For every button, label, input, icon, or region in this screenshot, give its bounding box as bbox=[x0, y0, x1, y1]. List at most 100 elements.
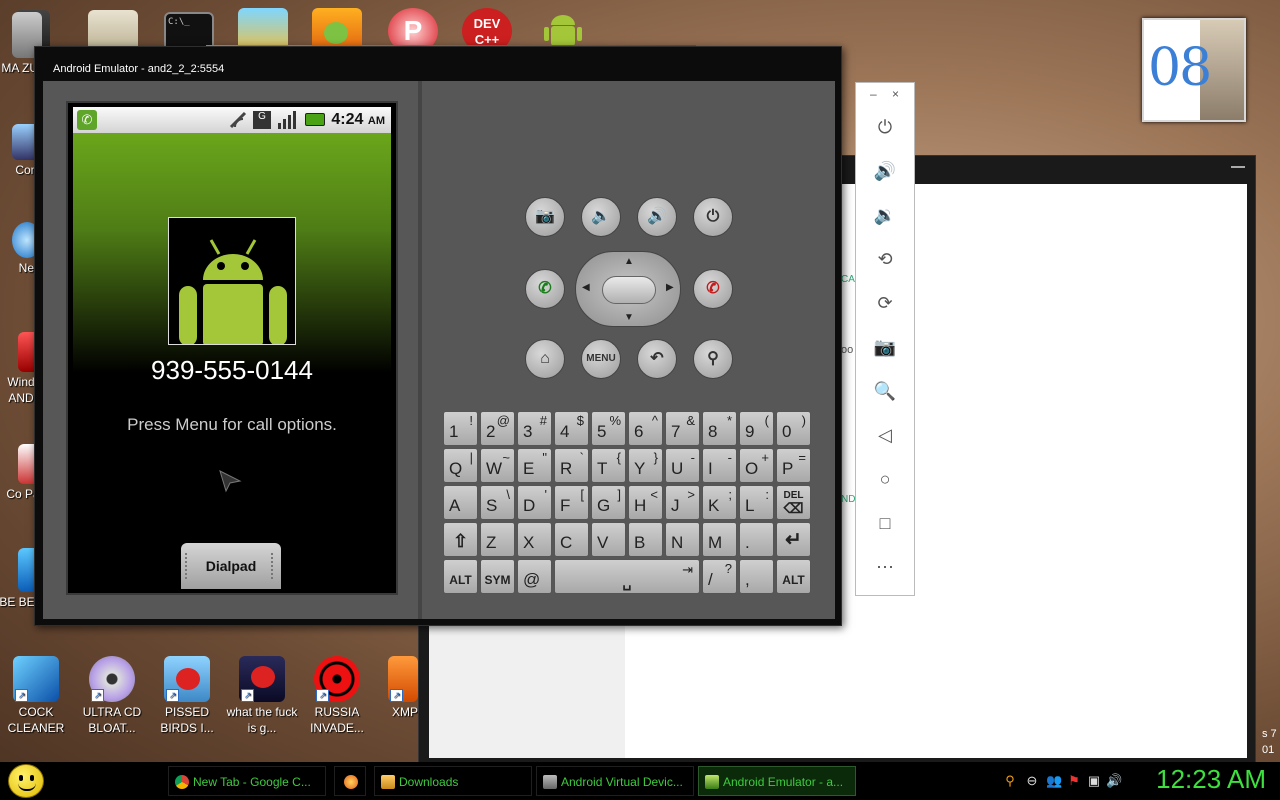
key-f[interactable]: F[ bbox=[554, 485, 589, 520]
key-h[interactable]: H < bbox=[628, 485, 663, 520]
minus-tray-icon[interactable]: ⊖ bbox=[1024, 773, 1040, 789]
key-n[interactable]: N bbox=[665, 522, 700, 557]
key-enter[interactable]: ↵ bbox=[776, 522, 811, 557]
key-k[interactable]: K; bbox=[702, 485, 737, 520]
key-sym[interactable]: SYM bbox=[480, 559, 515, 594]
desktop-icon-what-the[interactable]: ↗ what the fuck is g... bbox=[222, 656, 302, 736]
key-i[interactable]: I- bbox=[702, 448, 737, 483]
volume-tray-icon[interactable]: 🔊 bbox=[1106, 773, 1122, 789]
end-call-button[interactable]: ✆ bbox=[693, 269, 733, 309]
dpad-right-icon[interactable]: ▶ bbox=[666, 282, 674, 293]
power-icon[interactable]: ⏻ bbox=[873, 115, 897, 139]
task-avd[interactable]: Android Virtual Devic... bbox=[536, 766, 694, 796]
volume-up-button[interactable]: 🔊 bbox=[637, 197, 677, 237]
key-alt-left[interactable]: ALT bbox=[443, 559, 478, 594]
key-r[interactable]: R ` bbox=[554, 448, 589, 483]
key-8[interactable]: 8 * bbox=[702, 411, 737, 446]
dpad-center-button[interactable] bbox=[602, 276, 656, 304]
back-triangle-icon[interactable]: ◁ bbox=[873, 423, 897, 447]
volume-up-icon[interactable]: 🔊 bbox=[873, 159, 897, 183]
key-p[interactable]: P = bbox=[776, 448, 811, 483]
emulator-window[interactable]: Android Emulator - and2_2_2:5554 ✆ G 4:2… bbox=[34, 46, 842, 626]
task-downloads[interactable]: Downloads bbox=[374, 766, 532, 796]
dpad[interactable]: ▲ ▼ ◀ ▶ bbox=[575, 251, 681, 327]
home-button[interactable]: ⌂ bbox=[525, 339, 565, 379]
menu-button[interactable]: MENU bbox=[581, 339, 621, 379]
key-shift[interactable]: ⇧ bbox=[443, 522, 478, 557]
overview-square-icon[interactable]: □ bbox=[873, 511, 897, 535]
key-period[interactable]: . bbox=[739, 522, 774, 557]
key-slash[interactable]: /? bbox=[702, 559, 737, 594]
dialpad-button[interactable]: Dialpad bbox=[181, 543, 281, 589]
minimize-button[interactable] bbox=[1231, 164, 1245, 168]
power-button[interactable]: ⏻ bbox=[693, 197, 733, 237]
dpad-down-icon[interactable]: ▼ bbox=[624, 312, 634, 323]
key-7[interactable]: 7 & bbox=[665, 411, 700, 446]
task-chrome[interactable]: New Tab - Google C... bbox=[168, 766, 326, 796]
key-4[interactable]: 4 $ bbox=[554, 411, 589, 446]
dpad-left-icon[interactable]: ◀ bbox=[582, 282, 590, 293]
key-y[interactable]: Y} bbox=[628, 448, 663, 483]
network-tray-icon[interactable]: ▣ bbox=[1086, 773, 1102, 789]
key-6[interactable]: 6 ^ bbox=[628, 411, 663, 446]
zoom-icon[interactable]: 🔍 bbox=[873, 379, 897, 403]
camera-button[interactable]: 📷 bbox=[525, 197, 565, 237]
key-o[interactable]: O + bbox=[739, 448, 774, 483]
key-alt-right[interactable]: ALT bbox=[776, 559, 811, 594]
key-z[interactable]: Z bbox=[480, 522, 515, 557]
desktop-icon-russia[interactable]: ↗ RUSSIA INVADE... bbox=[297, 656, 377, 736]
key-comma[interactable]: , bbox=[739, 559, 774, 594]
search-tray-icon[interactable]: ⚲ bbox=[1002, 773, 1018, 789]
taskbar[interactable]: New Tab - Google C... Downloads Android … bbox=[0, 762, 1280, 800]
more-icon[interactable]: ⋯ bbox=[873, 555, 897, 579]
call-button[interactable]: ✆ bbox=[525, 269, 565, 309]
start-smiley-icon[interactable] bbox=[8, 764, 44, 798]
key-3[interactable]: 3 # bbox=[517, 411, 552, 446]
volume-down-button[interactable]: 🔈 bbox=[581, 197, 621, 237]
taskbar-clock[interactable]: 12:23 AM bbox=[1156, 764, 1266, 795]
key-2[interactable]: 2 @ bbox=[480, 411, 515, 446]
key-v[interactable]: V bbox=[591, 522, 626, 557]
key-del[interactable]: DEL ⌫ bbox=[776, 485, 811, 520]
key-a[interactable]: A bbox=[443, 485, 478, 520]
rotate-left-icon[interactable]: ⟲ bbox=[873, 247, 897, 271]
toolbar-minimize-button[interactable]: – bbox=[870, 87, 877, 101]
key-w[interactable]: W ~ bbox=[480, 448, 515, 483]
key-0[interactable]: 0) bbox=[776, 411, 811, 446]
key-m[interactable]: M bbox=[702, 522, 737, 557]
rotate-right-icon[interactable]: ⟳ bbox=[873, 291, 897, 315]
key-9[interactable]: 9( bbox=[739, 411, 774, 446]
firefox-icon[interactable] bbox=[334, 766, 366, 796]
desktop-icon-ultra-cd[interactable]: ↗ ULTRA CD BLOAT... bbox=[72, 656, 152, 736]
key-x[interactable]: X bbox=[517, 522, 552, 557]
key-d[interactable]: D ' bbox=[517, 485, 552, 520]
status-bar[interactable]: ✆ G 4:24 AM bbox=[73, 107, 391, 133]
clock-widget[interactable]: 08 bbox=[1142, 18, 1246, 122]
key-space[interactable]: ␣ ⇥ bbox=[554, 559, 700, 594]
key-l[interactable]: L: bbox=[739, 485, 774, 520]
key-j[interactable]: J > bbox=[665, 485, 700, 520]
key-q[interactable]: Q | bbox=[443, 448, 478, 483]
key-c[interactable]: C bbox=[554, 522, 589, 557]
toolbar-close-button[interactable]: × bbox=[892, 87, 899, 101]
people-tray-icon[interactable]: 👥 bbox=[1046, 773, 1062, 789]
desktop-icon-pissed-birds[interactable]: ↗ PISSED BIRDS I... bbox=[147, 656, 227, 736]
flag-tray-icon[interactable]: ⚑ bbox=[1066, 773, 1082, 789]
key-u[interactable]: U- bbox=[665, 448, 700, 483]
key-5[interactable]: 5% bbox=[591, 411, 626, 446]
desktop-icon-xmp[interactable]: ↗ XMP bbox=[366, 656, 426, 720]
search-button[interactable]: ⚲ bbox=[693, 339, 733, 379]
task-emulator[interactable]: Android Emulator - a... bbox=[698, 766, 856, 796]
key-g[interactable]: G] bbox=[591, 485, 626, 520]
emulator-toolbar[interactable]: – × ⏻ 🔊 🔉 ⟲ ⟳ 📷 🔍 ◁ ○ □ ⋯ bbox=[855, 82, 915, 596]
key-e[interactable]: E " bbox=[517, 448, 552, 483]
key-at[interactable]: @ bbox=[517, 559, 552, 594]
key-1[interactable]: 1! bbox=[443, 411, 478, 446]
hardware-keyboard[interactable]: 1! 2 @ 3 # 4 $ 5% 6 ^ 7 & 8 * 9( 0) Q | W ~ E " R… bbox=[443, 411, 815, 594]
camera-icon[interactable]: 📷 bbox=[873, 335, 897, 359]
back-button[interactable]: ↶ bbox=[637, 339, 677, 379]
dpad-up-icon[interactable]: ▲ bbox=[624, 256, 634, 267]
home-circle-icon[interactable]: ○ bbox=[873, 467, 897, 491]
desktop-icon-cock-cleaner[interactable]: ↗ COCK CLEANER bbox=[0, 656, 76, 736]
key-t[interactable]: T{ bbox=[591, 448, 626, 483]
